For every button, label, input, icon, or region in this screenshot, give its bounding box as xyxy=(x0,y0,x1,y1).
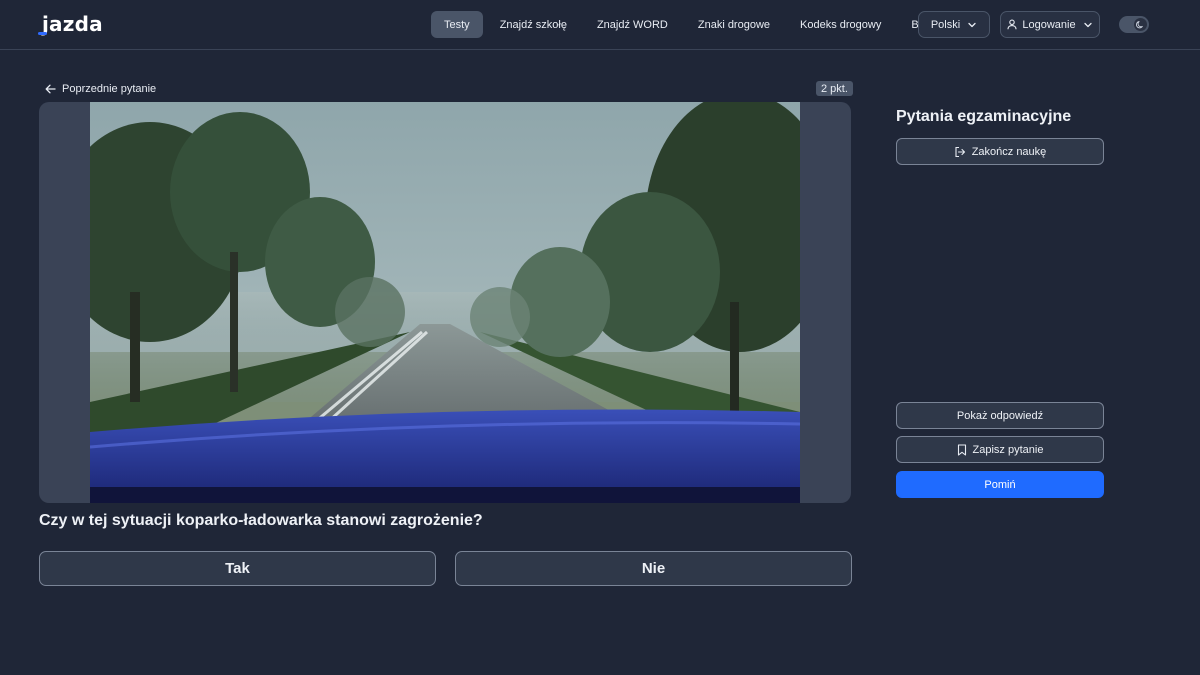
show-answer-label: Pokaż odpowiedź xyxy=(956,409,1044,422)
end-session-button[interactable]: Zakończ naukę xyxy=(896,138,1104,165)
language-select[interactable]: Polski xyxy=(918,11,990,38)
nav-item-kodeks-drogowy[interactable]: Kodeks drogowy xyxy=(787,11,894,38)
arrow-left-icon xyxy=(45,84,56,93)
theme-toggle[interactable] xyxy=(1119,16,1149,33)
bookmark-icon xyxy=(957,443,966,456)
nav-item-testy[interactable]: Testy xyxy=(431,11,483,38)
question-media xyxy=(39,102,851,503)
nav-item-znajdz-szkole[interactable]: Znajdź szkołę xyxy=(487,11,580,38)
end-session-label: Zakończ naukę xyxy=(971,145,1047,158)
answer-no-button[interactable]: Nie xyxy=(455,551,852,586)
logo-text: jazda xyxy=(38,12,103,36)
previous-question-label: Poprzednie pytanie xyxy=(62,82,157,95)
login-button[interactable]: Logowanie xyxy=(1000,11,1100,38)
panel-title: Pytania egzaminacyjne xyxy=(896,108,1072,125)
nav-item-znajdz-word[interactable]: Znajdź WORD xyxy=(584,11,681,38)
save-question-button[interactable]: Zapisz pytanie xyxy=(896,436,1104,463)
skip-button[interactable]: Pomiń xyxy=(896,471,1104,498)
login-label: Logowanie xyxy=(1022,18,1076,31)
site-logo[interactable]: jazda xyxy=(38,10,103,38)
answer-yes-button[interactable]: Tak xyxy=(39,551,436,586)
language-label: Polski xyxy=(930,18,961,31)
points-badge: 2 pkt. xyxy=(816,81,853,96)
nav-item-znaki-drogowe[interactable]: Znaki drogowe xyxy=(685,11,783,38)
question-text: Czy w tej sytuacji koparko-ładowarka sta… xyxy=(39,512,483,529)
previous-question-link[interactable]: Poprzednie pytanie xyxy=(45,81,156,96)
skip-label: Pomiń xyxy=(984,478,1016,491)
top-navbar: jazda Testy Znajdź szkołę Znajdź WORD Zn… xyxy=(0,0,1200,50)
show-answer-button[interactable]: Pokaż odpowiedź xyxy=(896,402,1104,429)
road-scene-image xyxy=(90,102,800,503)
user-icon xyxy=(1007,19,1017,30)
moon-icon xyxy=(1134,18,1147,31)
main-nav: Testy Znajdź szkołę Znajdź WORD Znaki dr… xyxy=(431,11,950,38)
save-question-label: Zapisz pytanie xyxy=(972,443,1044,456)
logout-icon xyxy=(955,146,965,157)
chevron-down-icon xyxy=(1083,20,1093,30)
chevron-down-icon xyxy=(967,20,977,30)
